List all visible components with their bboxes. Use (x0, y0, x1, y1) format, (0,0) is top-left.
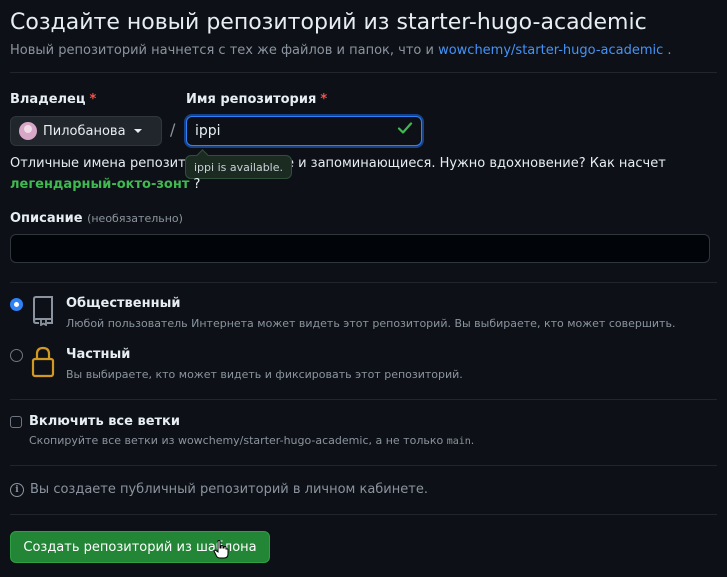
divider (10, 465, 717, 466)
description-input[interactable] (10, 234, 710, 263)
private-title: Частный (66, 347, 131, 362)
include-branches-title: Включить все ветки (29, 414, 180, 429)
caret-down-icon (133, 129, 142, 133)
branches-desc-suffix: . (470, 434, 475, 447)
owner-name: Пилобанова (43, 123, 126, 139)
repo-name-input[interactable] (186, 116, 422, 146)
name-suggestion-line: легендарный-окто-зонт ? (10, 177, 200, 192)
repo-name-label: Имя репозитория * (186, 92, 327, 107)
page-title: Создайте новый репозиторий из starter-hu… (10, 10, 647, 35)
name-hint: Отличные имена репозиториев короткие и з… (10, 156, 666, 171)
required-mark: * (89, 92, 97, 107)
public-notice-text: Вы создаете публичный репозиторий в личн… (30, 482, 428, 497)
subtitle-prefix: Новый репозиторий начнется с тех же файл… (10, 43, 434, 58)
subtitle-suffix: . (667, 43, 672, 58)
avatar (19, 122, 37, 140)
name-suggestion[interactable]: легендарный-окто-зонт (10, 177, 189, 192)
divider (10, 282, 717, 283)
private-description: Вы выбираете, кто может видеть и фиксиро… (66, 368, 463, 381)
template-link[interactable]: wowchemy/starter-hugo-academic (438, 43, 663, 58)
main-branch-code: main (446, 436, 471, 447)
check-icon (397, 122, 413, 134)
divider (10, 514, 717, 515)
owner-repo-separator: / (170, 120, 176, 139)
hand-cursor-icon (213, 540, 229, 559)
public-title: Общественный (66, 296, 181, 311)
create-repository-button[interactable]: Создать репозиторий из шаблона (10, 531, 270, 563)
owner-select-button[interactable]: Пилобанова (10, 116, 162, 146)
branches-desc-text: Скопируйте все ветки из wowchemy/starter… (29, 434, 444, 447)
description-label-text: Описание (10, 211, 83, 226)
owner-label: Владелец * (10, 92, 96, 107)
description-label: Описание (необязательно) (10, 211, 183, 226)
info-icon: i (10, 482, 24, 497)
repo-name-label-text: Имя репозитория (186, 92, 317, 107)
include-branches-checkbox[interactable] (10, 416, 22, 428)
lock-icon (31, 346, 55, 378)
availability-tooltip: ippi is available. (185, 155, 293, 179)
owner-label-text: Владелец (10, 92, 86, 107)
divider (10, 399, 717, 400)
public-radio[interactable] (10, 298, 23, 311)
divider (10, 72, 717, 73)
suggestion-suffix: ? (193, 177, 201, 192)
required-mark: * (320, 92, 328, 107)
include-branches-description: Скопируйте все ветки из wowchemy/starter… (29, 434, 474, 447)
optional-note: (необязательно) (87, 212, 183, 225)
public-description: Любой пользователь Интернета может видет… (66, 317, 676, 330)
private-radio[interactable] (10, 349, 23, 362)
public-notice: i Вы создаете публичный репозиторий в ли… (10, 482, 428, 497)
page-subtitle: Новый репозиторий начнется с тех же файл… (10, 43, 672, 58)
repo-icon (33, 296, 53, 326)
